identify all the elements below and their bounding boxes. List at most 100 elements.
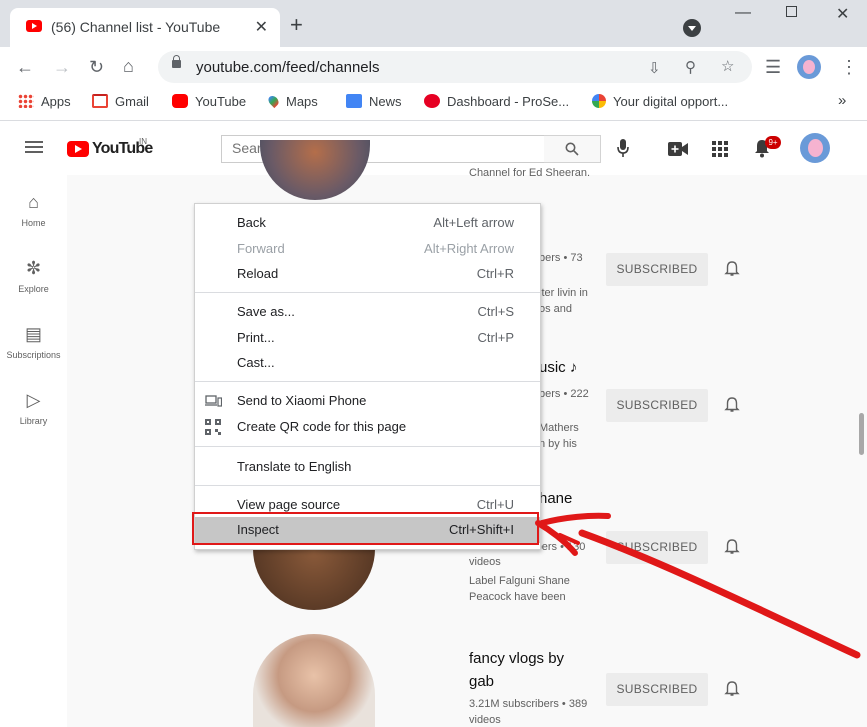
menu-item-label: Send to Xiaomi Phone [237, 393, 367, 408]
channel-name[interactable]: usic ♪ [539, 359, 577, 376]
close-tab-icon[interactable]: ✕ [255, 17, 268, 37]
home-icon[interactable]: ⌂ [123, 56, 134, 76]
new-tab-button[interactable]: + [290, 14, 303, 36]
channel-avatar[interactable] [253, 634, 375, 727]
more-bookmarks-icon[interactable]: » [838, 92, 846, 109]
sidebar-item-library[interactable]: ▷ Library [0, 388, 67, 426]
microphone-icon[interactable] [617, 139, 629, 158]
extensions-icon[interactable]: ☰ [765, 57, 781, 77]
channel-avatar[interactable] [260, 140, 370, 200]
menu-item-label: Create QR code for this page [237, 419, 407, 434]
zoom-icon[interactable]: ⚲ [685, 58, 696, 76]
notification-bell-icon[interactable] [724, 681, 740, 697]
back-arrow-icon[interactable]: ← [16, 57, 34, 77]
bookmark-gmail[interactable]: Gmail [92, 94, 149, 109]
apps-grid-icon[interactable] [712, 141, 728, 157]
lock-icon [172, 55, 181, 68]
menu-item-print[interactable]: Print... Ctrl+P [195, 325, 540, 351]
menu-item-translate[interactable]: Translate to English [195, 454, 540, 480]
context-menu: Back Alt+Left arrow Forward Alt+Right Ar… [194, 203, 541, 550]
menu-item-reload[interactable]: Reload Ctrl+R [195, 261, 540, 287]
bookmark-label: Your digital opport... [613, 94, 729, 109]
sidebar-item-label: Explore [18, 284, 49, 294]
bookmark-label: Apps [41, 94, 71, 109]
channel-stats: videos [469, 714, 501, 726]
menu-item-label: Cast... [237, 355, 275, 370]
gmail-icon [92, 94, 108, 108]
channel-stats: bers • 73 [539, 252, 583, 264]
pinterest-icon [424, 94, 440, 108]
subscribed-button[interactable]: SUBSCRIBED [606, 253, 708, 286]
menu-item-forward[interactable]: Forward Alt+Right Arrow [195, 236, 540, 262]
sidebar-item-subscriptions[interactable]: ▤ Subscriptions [0, 322, 67, 360]
minimize-button[interactable]: — [735, 4, 751, 22]
bookmark-maps[interactable]: Maps [266, 93, 318, 109]
menu-kebab-icon[interactable]: ⋮ [840, 57, 858, 77]
notification-bell-icon[interactable] [724, 261, 740, 277]
menu-item-label: Save as... [237, 304, 295, 319]
menu-item-send-to-phone[interactable]: Send to Xiaomi Phone [195, 388, 540, 414]
search-icon [565, 142, 579, 156]
channel-stats: bers • 222 [539, 388, 589, 400]
sidebar-item-explore[interactable]: ✼ Explore [0, 256, 67, 294]
sidebar-item-label: Subscriptions [6, 350, 61, 360]
close-window-button[interactable]: ✕ [836, 4, 849, 24]
news-icon [346, 94, 362, 108]
compass-icon: ✼ [25, 258, 42, 278]
tab-title: (56) Channel list - YouTube [51, 19, 221, 35]
channel-stats: videos [469, 556, 501, 568]
bookmark-label: News [369, 94, 402, 109]
tab-search-icon[interactable] [683, 19, 701, 37]
maximize-button[interactable] [786, 6, 797, 17]
bookmark-label: Maps [286, 94, 318, 109]
profile-avatar[interactable] [797, 55, 821, 79]
install-app-icon[interactable]: ⇩ [648, 59, 661, 77]
reload-icon[interactable]: ↻ [89, 57, 104, 77]
youtube-play-icon [67, 141, 89, 157]
create-video-icon[interactable] [668, 142, 688, 156]
notification-badge: 9+ [765, 136, 781, 149]
bookmark-label: Dashboard - ProSe... [447, 94, 570, 109]
browser-tab[interactable]: (56) Channel list - YouTube ✕ [10, 8, 280, 47]
inspect-highlight-box [192, 512, 539, 545]
hamburger-menu-icon[interactable] [25, 141, 43, 153]
scrollbar-thumb[interactable] [859, 413, 864, 455]
menu-separator [195, 485, 540, 486]
youtube-icon [172, 94, 188, 108]
youtube-favicon-icon [26, 20, 42, 32]
channel-description: n by his [539, 438, 577, 450]
url-text: youtube.com/feed/channels [196, 59, 380, 76]
forward-arrow-icon[interactable]: → [53, 57, 71, 77]
bookmark-youtube[interactable]: YouTube [172, 94, 246, 109]
sidebar-item-label: Home [21, 218, 46, 228]
bookmark-dashboard[interactable]: Dashboard - ProSe... [424, 94, 569, 109]
menu-item-shortcut: Alt+Right Arrow [424, 241, 514, 256]
google-icon [592, 94, 606, 108]
annotation-arrow [535, 512, 861, 659]
account-avatar[interactable] [800, 133, 830, 163]
channel-avatar[interactable] [253, 546, 375, 610]
bookmark-label: YouTube [195, 94, 247, 109]
menu-item-shortcut: Ctrl+S [477, 304, 514, 319]
subscribed-button[interactable]: SUBSCRIBED [606, 389, 708, 422]
menu-item-back[interactable]: Back Alt+Left arrow [195, 210, 540, 236]
sidebar-item-label: Library [19, 416, 48, 426]
menu-item-label: Print... [237, 330, 275, 345]
subscriptions-icon: ▤ [24, 324, 42, 344]
library-icon: ▷ [26, 390, 41, 410]
notification-bell-icon[interactable] [724, 397, 740, 413]
search-button[interactable] [544, 135, 601, 163]
channel-description: os and [539, 303, 573, 315]
bookmark-digital[interactable]: Your digital opport... [592, 94, 728, 109]
address-bar[interactable]: youtube.com/feed/channels [158, 51, 752, 83]
channel-description: Mathers [539, 422, 579, 434]
bookmark-star-icon[interactable]: ☆ [721, 57, 734, 75]
bookmark-apps[interactable]: Apps [18, 94, 71, 109]
bookmark-news[interactable]: News [346, 94, 402, 109]
menu-item-cast[interactable]: Cast... [195, 350, 540, 376]
subscribed-button[interactable]: SUBSCRIBED [606, 673, 708, 706]
channel-description: iter livin in [539, 287, 588, 299]
sidebar-item-home[interactable]: ⌂ Home [0, 190, 67, 228]
menu-item-qr-code[interactable]: Create QR code for this page [195, 414, 540, 440]
menu-item-save-as[interactable]: Save as... Ctrl+S [195, 299, 540, 325]
